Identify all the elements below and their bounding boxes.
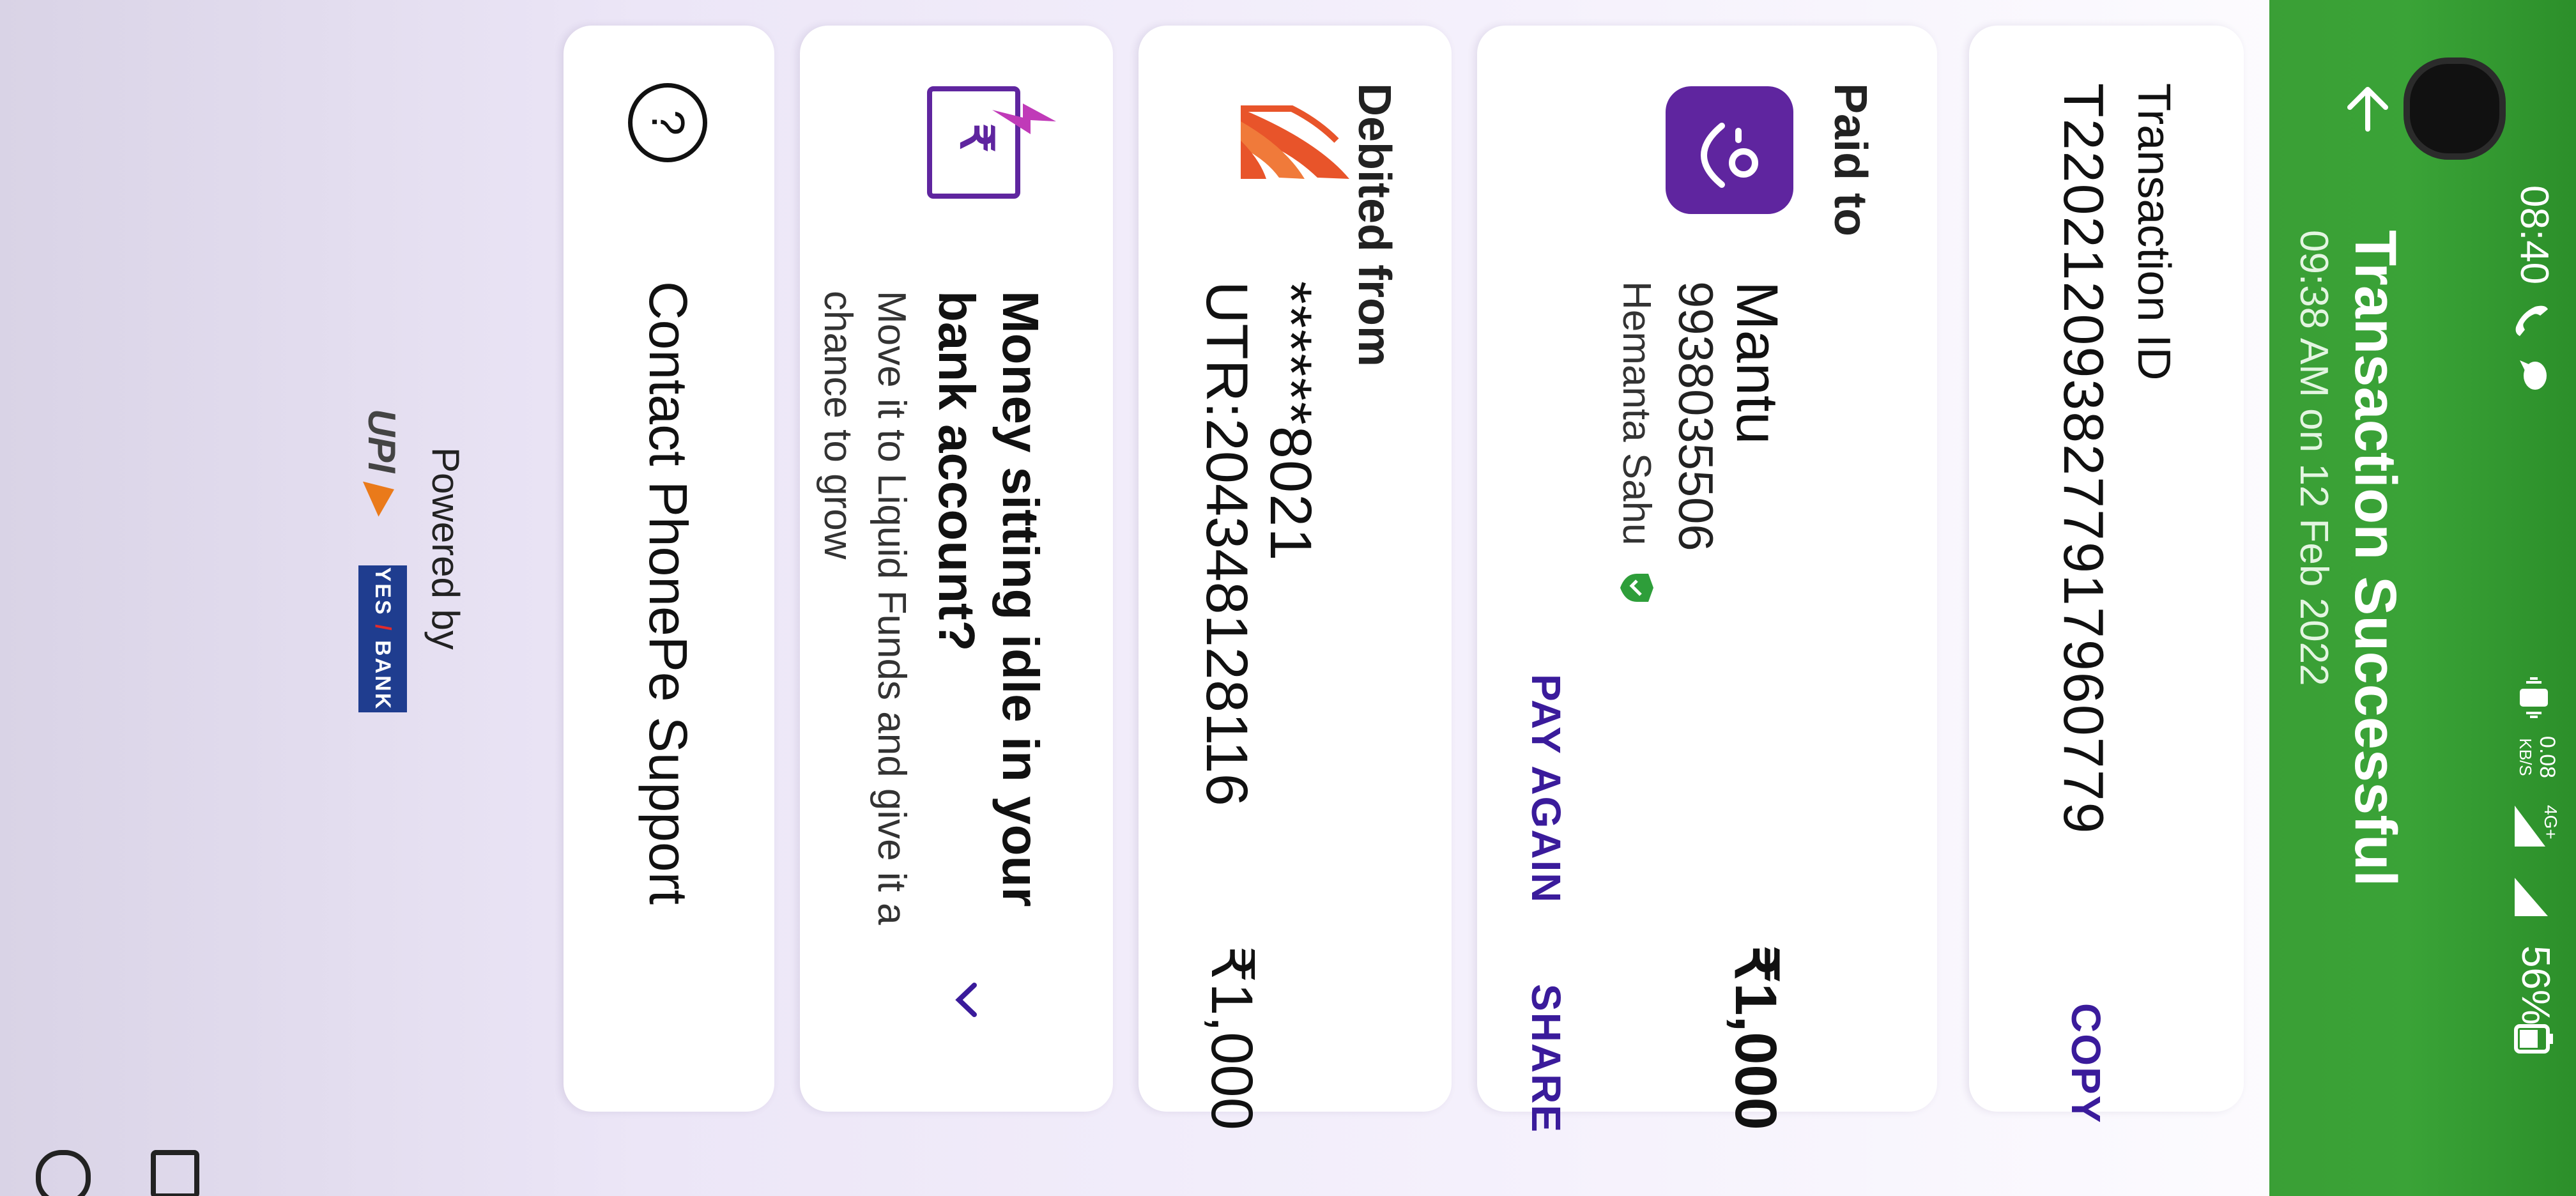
signal-strength-icon-2 [2515, 878, 2548, 916]
yes-bank-slash-icon: / [371, 624, 395, 632]
paid-amount: ₹1,000 [1723, 946, 1788, 1130]
transaction-id-card: Transaction ID T2202120938277917960779 C… [1969, 26, 2244, 1124]
paid-to-label: Paid to [1825, 83, 1876, 237]
battery-icon [2514, 1024, 2553, 1054]
chevron-down-icon[interactable] [944, 977, 988, 1022]
yes-bank-logo: YES / BANK [358, 565, 407, 712]
upi-arrow-icon: ▶ [360, 483, 403, 513]
payee-name: Mantu [1724, 281, 1790, 445]
transaction-id-value: T2202120938277917960779 [2052, 83, 2115, 835]
network-speed-value: 0.08 [2535, 735, 2559, 779]
help-icon: ? [628, 83, 707, 162]
upi-logo-text: UPI [360, 409, 403, 473]
support-card[interactable]: ? Contact PhonePe Support [564, 26, 774, 1112]
status-time: 08:40 [2512, 185, 2556, 285]
photo-background: 08:40 0.08 KB/S 4G+ 56% Transaction Succ… [0, 0, 2576, 1196]
yes-bank-bank: BANK [371, 640, 395, 711]
contact-avatar [1666, 86, 1793, 214]
upi-logo: UPI ▶ [359, 409, 404, 513]
network-speed-unit: KB/S [2516, 738, 2535, 776]
paid-to-card: Paid to Mantu ₹1,000 9938035506 Hemanta … [1477, 26, 1937, 1133]
chat-bubble-icon [2520, 360, 2547, 390]
debited-from-label: Debited from [1349, 83, 1400, 367]
home-nav-icon[interactable] [36, 1150, 91, 1196]
pay-again-button[interactable]: PAY AGAIN [1522, 674, 1570, 903]
copy-button[interactable]: COPY [2062, 1003, 2110, 1124]
network-speed: 0.08 KB/S [2515, 728, 2559, 786]
vibrate-icon [2520, 677, 2548, 718]
person-icon [1701, 123, 1758, 188]
phone-screen: 08:40 0.08 KB/S 4G+ 56% Transaction Succ… [0, 0, 2576, 1196]
promo-title: Money sitting idle in your bank account? [928, 291, 1049, 907]
debited-amount: ₹1,000 [1199, 946, 1264, 1130]
success-header: 08:40 0.08 KB/S 4G+ 56% Transaction Succ… [2269, 0, 2576, 1196]
debited-from-card: Debited from ******8021 ₹1,000 UTR:20434… [1138, 26, 1452, 1130]
battery-level: 56% [2513, 946, 2557, 1025]
call-icon [2515, 305, 2548, 336]
signal-strength-icon [2515, 806, 2545, 847]
liquid-funds-promo-card[interactable]: ₹ Money sitting idle in your bank accoun… [800, 26, 1113, 1112]
camera-cutout [2404, 57, 2506, 160]
powered-by-label: Powered by [424, 447, 467, 650]
header-title: Transaction Successful [2343, 230, 2408, 887]
back-arrow-icon[interactable] [2341, 82, 2395, 135]
bank-logo-icon [1241, 105, 1349, 179]
debited-account-number: ******8021 [1258, 281, 1323, 562]
recents-nav-icon[interactable] [151, 1150, 199, 1196]
contact-support-label: Contact PhonePe Support [638, 281, 698, 905]
payee-account-name: Hemanta Sahu [1614, 281, 1659, 546]
utr-number: UTR:204348128116 [1194, 281, 1259, 806]
navigation-bar [0, 0, 276, 1196]
promo-body: Move it to Liquid Funds and give it a ch… [816, 291, 914, 925]
payee-phone: 9938035506 [1668, 281, 1722, 551]
verified-shield-icon [1620, 574, 1653, 602]
lightning-icon [992, 103, 1056, 134]
header-subtitle: 09:38 AM on 12 Feb 2022 [2292, 230, 2336, 686]
share-button[interactable]: SHARE [1522, 984, 1570, 1133]
transaction-id-label: Transaction ID [2128, 83, 2179, 381]
yes-bank-yes: YES [371, 567, 395, 617]
